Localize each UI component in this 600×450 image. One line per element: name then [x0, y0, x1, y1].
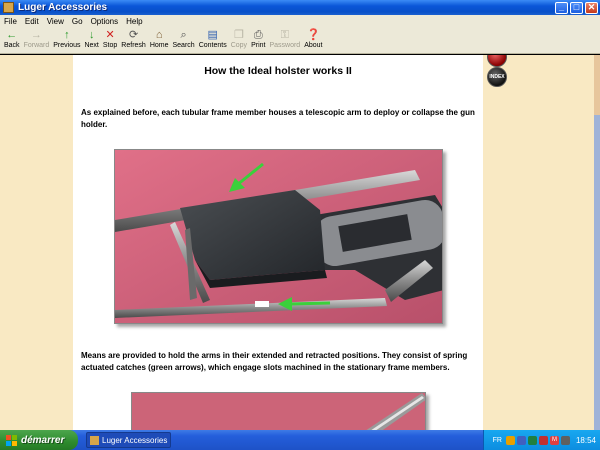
contents-icon: ▤ [207, 28, 218, 41]
menu-help[interactable]: Help [122, 17, 146, 26]
previous-button[interactable]: ↑ Previous [51, 28, 82, 49]
forward-label: Forward [23, 42, 50, 49]
tray-icon-6[interactable] [560, 435, 570, 445]
start-button[interactable]: démarrer [0, 430, 78, 450]
tray-icon-4[interactable] [538, 435, 548, 445]
back-icon: ← [6, 28, 18, 41]
print-button[interactable]: ⎙ Print [249, 28, 267, 49]
menu-bar: File Edit View Go Options Help [0, 15, 600, 28]
print-icon: ⎙ [253, 28, 263, 41]
back-button[interactable]: ← Back [2, 28, 22, 49]
previous-icon: ↑ [64, 28, 70, 41]
holster-photo-1-graphic [115, 150, 442, 323]
toolbar: ← Back → Forward ↑ Previous ↓ Next ✕ Stop ⟳ Refresh… [0, 28, 600, 54]
minimize-button[interactable]: _ [555, 1, 568, 14]
menu-go[interactable]: Go [68, 17, 87, 26]
app-icon [90, 435, 99, 445]
contents-label: Contents [198, 42, 227, 49]
next-label: Next [84, 42, 99, 49]
tray-icon-gmail[interactable]: M [549, 435, 559, 445]
password-button[interactable]: ⚿ Password [267, 28, 302, 49]
side-nav-index-button[interactable]: INDEX [487, 67, 507, 87]
stop-label: Stop [102, 42, 118, 49]
home-icon: ⌂ [155, 28, 163, 41]
password-icon: ⚿ [280, 28, 290, 41]
copy-label: Copy [230, 42, 248, 49]
menu-file[interactable]: File [0, 17, 21, 26]
home-button[interactable]: ⌂ Home [148, 28, 171, 49]
stop-icon: ✕ [105, 28, 115, 41]
scrollbar[interactable] [594, 55, 600, 430]
close-button[interactable]: ✕ [585, 1, 598, 14]
forward-button[interactable]: → Forward [22, 28, 52, 49]
refresh-icon: ⟳ [128, 28, 139, 41]
tray-icon-1[interactable] [505, 435, 515, 445]
menu-edit[interactable]: Edit [21, 17, 43, 26]
page-title: How the Ideal holster works II [204, 65, 352, 77]
search-button[interactable]: ⌕ Search [171, 28, 197, 49]
scrollbar-thumb[interactable] [594, 55, 600, 115]
content-area[interactable]: How the Ideal holster works II As explai… [0, 55, 600, 430]
side-nav-button-red[interactable] [487, 55, 507, 67]
taskbar-item-label: Luger Accessories [102, 435, 168, 445]
system-tray: FR M 18:54 [483, 430, 600, 450]
tray-icon-2[interactable] [516, 435, 526, 445]
password-label: Password [269, 42, 301, 49]
back-label: Back [4, 42, 20, 49]
app-icon [3, 2, 14, 13]
copy-icon: ❐ [233, 28, 244, 41]
menu-view[interactable]: View [43, 17, 68, 26]
holster-photo-1 [114, 149, 443, 324]
holster-photo-2 [131, 392, 426, 430]
windows-logo-icon [6, 434, 17, 446]
taskbar-item-luger-accessories[interactable]: Luger Accessories [86, 432, 171, 448]
refresh-button[interactable]: ⟳ Refresh [119, 28, 148, 49]
next-icon: ↓ [88, 28, 95, 41]
tray-icon-3[interactable] [527, 435, 537, 445]
about-label: About [304, 42, 323, 49]
search-icon: ⌕ [180, 28, 187, 41]
maximize-button[interactable]: □ [570, 1, 583, 14]
side-nav-index-label: INDEX [489, 74, 505, 80]
article-page: How the Ideal holster works II As explai… [73, 55, 483, 430]
print-label: Print [251, 42, 266, 49]
about-icon: ❓ [306, 28, 321, 41]
menu-options[interactable]: Options [87, 17, 123, 26]
search-label: Search [172, 42, 195, 49]
holster-photo-2-graphic [132, 393, 425, 430]
contents-button[interactable]: ▤ Contents [197, 28, 229, 49]
forward-icon: → [30, 28, 42, 41]
home-label: Home [149, 42, 169, 49]
copy-button[interactable]: ❐ Copy [229, 28, 249, 49]
about-button[interactable]: ❓ About [302, 28, 324, 49]
refresh-label: Refresh [121, 42, 146, 49]
clock: 18:54 [575, 435, 596, 445]
article-paragraph-2: Means are provided to hold the arms in t… [81, 351, 468, 372]
title-bar: Luger Accessories _ □ ✕ [0, 0, 600, 15]
window-title: Luger Accessories [18, 2, 108, 13]
next-button[interactable]: ↓ Next [82, 28, 100, 49]
taskbar: démarrer Luger Accessories FR M 18:54 [0, 430, 600, 450]
stop-button[interactable]: ✕ Stop [101, 28, 119, 49]
article-paragraph-1: As explained before, each tubular frame … [81, 108, 475, 129]
language-indicator[interactable]: FR [493, 437, 502, 444]
previous-label: Previous [53, 42, 81, 49]
start-label: démarrer [21, 434, 65, 446]
